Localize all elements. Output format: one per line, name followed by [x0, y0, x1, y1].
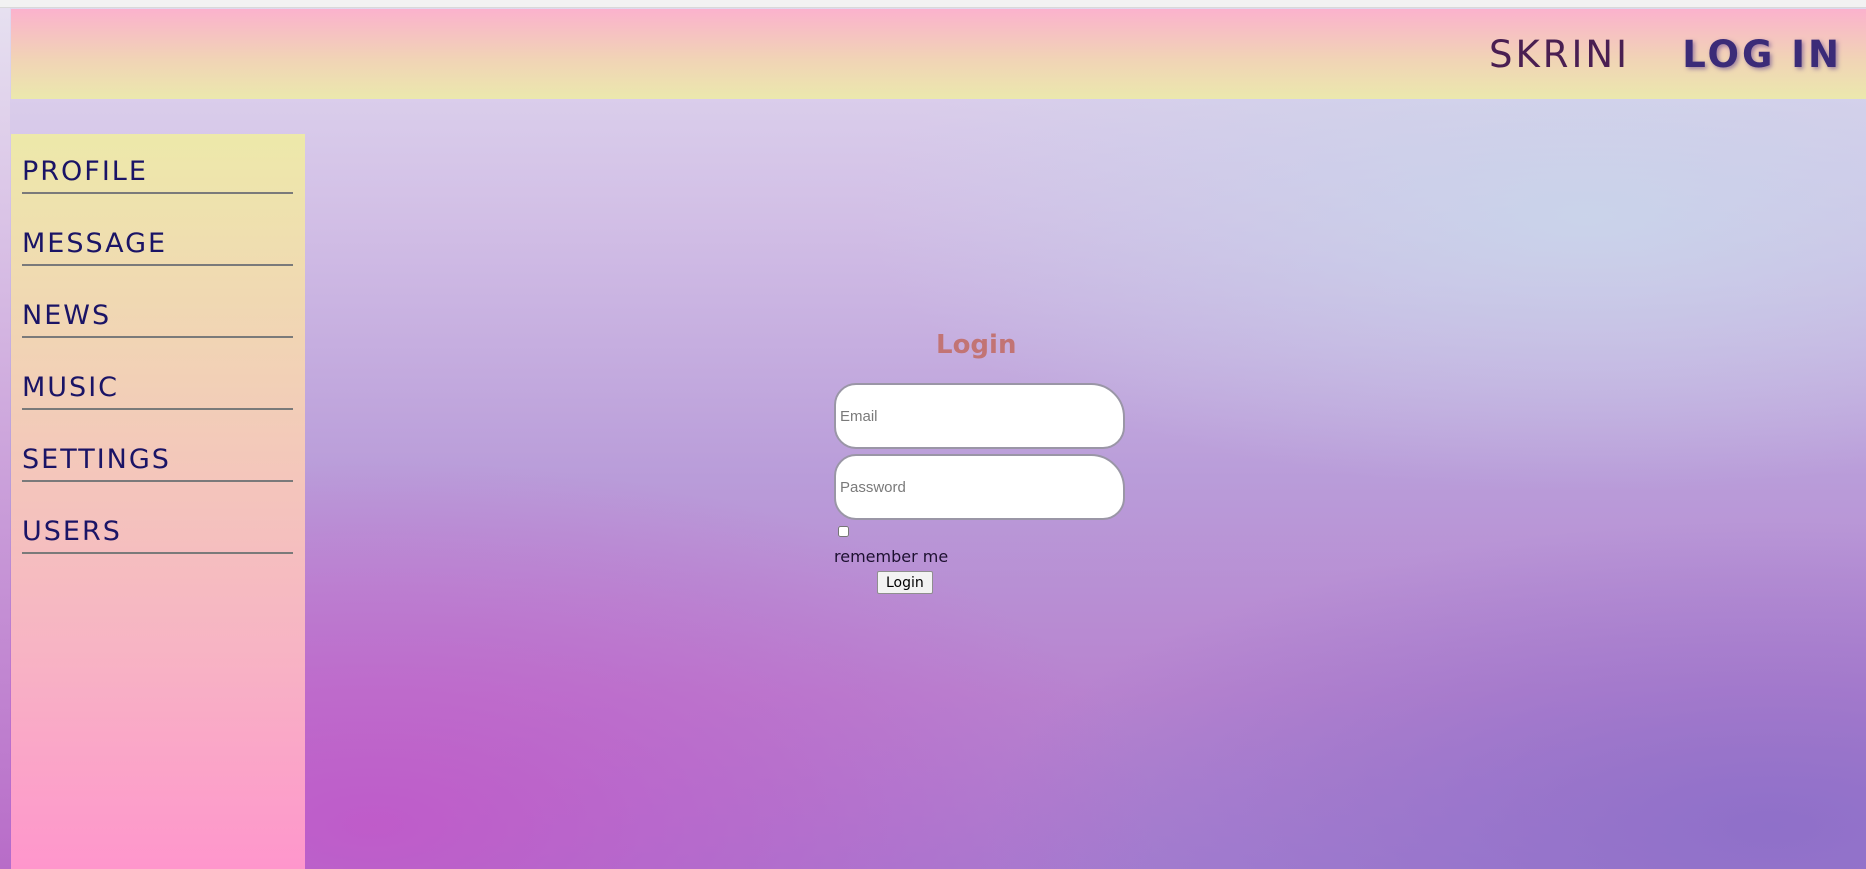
remember-me-label: remember me	[834, 547, 949, 566]
left-edge-strip	[0, 8, 10, 869]
sidebar-item-message[interactable]: MESSAGE	[22, 206, 293, 266]
login-title: Login	[936, 330, 1017, 360]
password-input[interactable]	[834, 454, 1125, 520]
browser-top-line	[0, 0, 1866, 8]
sidebar-item-settings[interactable]: SETTINGS	[22, 422, 293, 482]
sidebar-item-profile[interactable]: PROFILE	[22, 134, 293, 194]
sidebar-item-music[interactable]: MUSIC	[22, 350, 293, 410]
sidebar-item-users[interactable]: USERS	[22, 494, 293, 554]
email-input[interactable]	[834, 383, 1125, 449]
login-button[interactable]: Login	[877, 571, 933, 594]
sidebar: PROFILE MESSAGE NEWS MUSIC SETTINGS USER…	[11, 134, 305, 869]
sidebar-item-news[interactable]: NEWS	[22, 278, 293, 338]
top-header: SKRINI LOG IN	[11, 9, 1866, 99]
brand-name: SKRINI	[1489, 33, 1630, 76]
remember-me-checkbox[interactable]	[838, 526, 849, 537]
log-in-link[interactable]: LOG IN	[1682, 33, 1842, 76]
